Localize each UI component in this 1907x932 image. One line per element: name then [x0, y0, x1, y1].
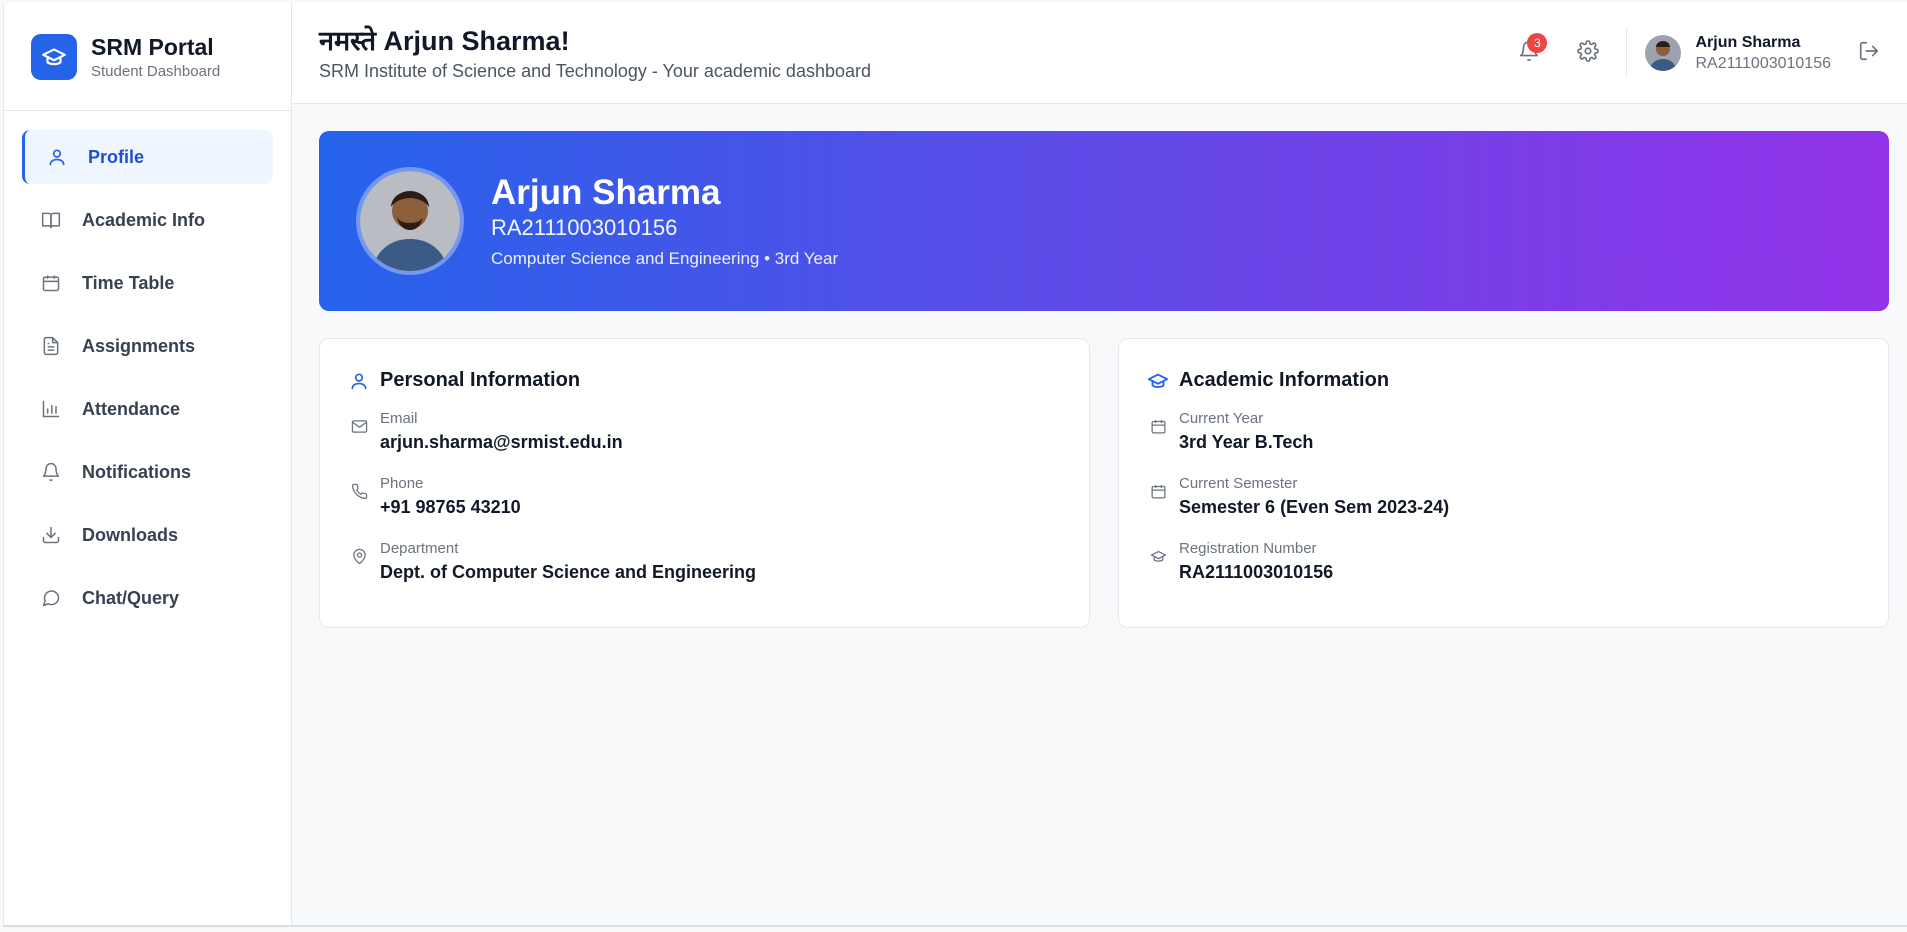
sidebar-item-attendance[interactable]: Attendance [22, 382, 273, 436]
personal-information-card: Personal Information Email arjun.sharma@… [319, 338, 1090, 628]
phone-icon [348, 475, 370, 518]
download-icon [40, 524, 62, 546]
brand-subtitle: Student Dashboard [91, 63, 221, 80]
sidebar-item-academic-info[interactable]: Academic Info [22, 193, 273, 247]
calendar-icon [1147, 475, 1169, 518]
settings-button[interactable] [1568, 33, 1608, 73]
field-value: arjun.sharma@srmist.edu.in [380, 432, 623, 452]
info-cards: Personal Information Email arjun.sharma@… [319, 338, 1889, 628]
field-label: Registration Number [1179, 540, 1317, 557]
sidebar-item-label: Academic Info [82, 209, 206, 230]
notifications-button[interactable]: 3 [1509, 33, 1549, 73]
header-divider [1626, 28, 1628, 78]
gear-icon [1577, 39, 1600, 67]
sidebar-item-downloads[interactable]: Downloads [22, 508, 273, 562]
calendar-icon [40, 272, 62, 294]
sidebar-item-label: Chat/Query [82, 587, 180, 608]
sidebar-item-label: Time Table [82, 272, 175, 293]
logout-icon [1858, 40, 1880, 67]
field-value: Semester 6 (Even Sem 2023-24) [1179, 497, 1450, 517]
logout-button[interactable] [1849, 33, 1889, 73]
notification-count-badge: 3 [1527, 33, 1548, 53]
user-icon [46, 146, 68, 168]
field-value: Dept. of Computer Science and Engineerin… [380, 562, 757, 582]
email-field: Email arjun.sharma@srmist.edu.in [348, 410, 1061, 453]
card-title-text: Personal Information [380, 369, 581, 391]
profile-photo [356, 167, 464, 275]
sidebar-item-profile[interactable]: Profile [22, 130, 273, 184]
sidebar-item-label: Assignments [82, 335, 196, 356]
field-value: +91 98765 43210 [380, 497, 521, 517]
sidebar-item-chat-query[interactable]: Chat/Query [22, 571, 273, 625]
sidebar-item-label: Attendance [82, 398, 181, 419]
field-label: Phone [380, 475, 424, 492]
bell-icon [40, 461, 62, 483]
calendar-icon [1147, 410, 1169, 453]
card-title: Personal Information [348, 369, 1061, 392]
mail-icon [348, 410, 370, 453]
main-area: नमस्ते Arjun Sharma! SRM Institute of Sc… [292, 3, 1907, 925]
card-title: Academic Information [1147, 369, 1860, 392]
phone-field: Phone +91 98765 43210 [348, 475, 1061, 518]
sidebar-item-notifications[interactable]: Notifications [22, 445, 273, 499]
brand: SRM Portal Student Dashboard [4, 3, 291, 111]
field-label: Department [380, 540, 459, 557]
profile-department: Computer Science and Engineering • 3rd Y… [491, 249, 839, 268]
brand-title: SRM Portal [91, 34, 214, 60]
map-pin-icon [348, 540, 370, 583]
field-value: RA2111003010156 [1179, 562, 1334, 582]
field-label: Current Semester [1179, 475, 1298, 492]
message-circle-icon [40, 587, 62, 609]
header-user-id: RA2111003010156 [1695, 54, 1831, 72]
profile-reg-no: RA2111003010156 [491, 215, 678, 240]
academic-information-card: Academic Information Current Year 3rd Ye… [1118, 338, 1889, 628]
user-icon [348, 370, 370, 392]
header: नमस्ते Arjun Sharma! SRM Institute of Sc… [292, 3, 1907, 104]
graduation-cap-icon [1147, 540, 1169, 583]
profile-name: Arjun Sharma [491, 173, 721, 212]
sidebar-item-label: Profile [88, 146, 145, 167]
sidebar-nav: Profile Academic Info Time Table Assignm… [4, 111, 291, 625]
app-window: SRM Portal Student Dashboard Profile Aca… [3, 3, 1907, 927]
sidebar-item-time-table[interactable]: Time Table [22, 256, 273, 310]
content: Arjun Sharma RA2111003010156 Computer Sc… [292, 104, 1907, 628]
graduation-cap-icon [1147, 370, 1169, 392]
field-label: Email [380, 410, 418, 427]
registration-number-field: Registration Number RA2111003010156 [1147, 540, 1860, 583]
page-subtitle: SRM Institute of Science and Technology … [319, 60, 872, 81]
current-semester-field: Current Semester Semester 6 (Even Sem 20… [1147, 475, 1860, 518]
sidebar-item-label: Downloads [82, 524, 179, 545]
sidebar: SRM Portal Student Dashboard Profile Aca… [3, 3, 292, 925]
avatar[interactable] [1645, 35, 1682, 71]
header-user-name: Arjun Sharma [1695, 33, 1801, 51]
file-text-icon [40, 335, 62, 357]
page-title: नमस्ते Arjun Sharma! [319, 25, 570, 56]
book-open-icon [40, 209, 62, 231]
header-actions: 3 Arjun Sharma RA2111003010156 [1509, 3, 1889, 103]
bar-chart-icon [40, 398, 62, 420]
field-label: Current Year [1179, 410, 1264, 427]
card-title-text: Academic Information [1179, 369, 1390, 391]
profile-banner: Arjun Sharma RA2111003010156 Computer Sc… [319, 131, 1889, 311]
graduation-cap-icon [31, 33, 77, 80]
current-year-field: Current Year 3rd Year B.Tech [1147, 410, 1860, 453]
sidebar-item-assignments[interactable]: Assignments [22, 319, 273, 373]
field-value: 3rd Year B.Tech [1179, 432, 1314, 452]
sidebar-item-label: Notifications [82, 461, 192, 482]
department-field: Department Dept. of Computer Science and… [348, 540, 1061, 583]
